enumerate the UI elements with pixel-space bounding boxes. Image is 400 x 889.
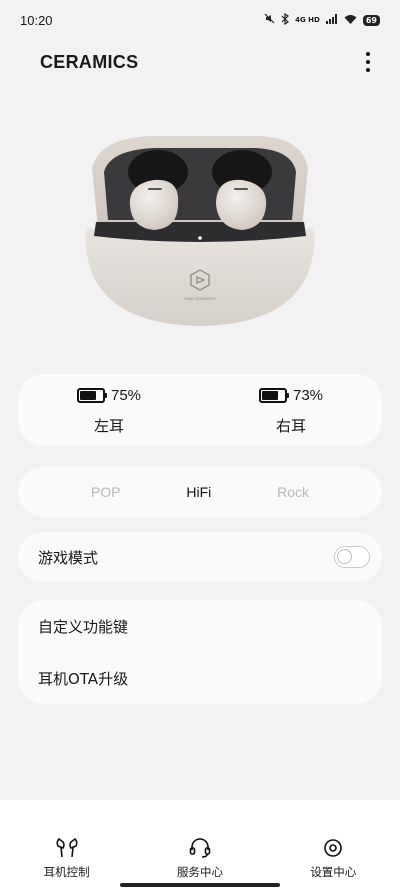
wifi-icon xyxy=(344,14,357,27)
toggle-knob xyxy=(337,549,352,564)
right-battery-percent: 73% xyxy=(292,387,324,404)
custom-keys-item[interactable]: 自定义功能键 xyxy=(18,600,382,652)
bluetooth-icon xyxy=(281,12,290,28)
status-icons: 4G HD 69 xyxy=(264,12,380,28)
mute-icon xyxy=(264,13,275,27)
svg-text:EVAI CERAMICS: EVAI CERAMICS xyxy=(184,296,215,301)
nav-earbud-control[interactable]: 耳机控制 xyxy=(12,800,122,889)
more-vertical-icon[interactable] xyxy=(358,49,378,75)
battery-icon xyxy=(76,388,107,403)
battery-icon: 69 xyxy=(362,14,380,26)
battery-card: 75% 左耳 73% 右耳 xyxy=(18,374,382,446)
home-indicator[interactable] xyxy=(120,883,280,887)
left-earbud-battery: 75% 左耳 xyxy=(18,374,200,446)
nav-label: 服务中心 xyxy=(176,865,223,879)
right-earbud-label: 右耳 xyxy=(275,417,306,435)
eq-option-hifi[interactable]: HiFi xyxy=(186,484,211,500)
game-mode-toggle[interactable] xyxy=(334,546,370,568)
game-mode-row: 游戏模式 xyxy=(18,532,382,582)
status-bar: 10:20 4G HD 69 xyxy=(0,0,400,40)
nav-label: 设置中心 xyxy=(310,865,357,879)
nav-settings-center[interactable]: 设置中心 xyxy=(278,800,388,889)
earbuds-icon xyxy=(55,836,79,860)
left-battery-percent: 75% xyxy=(110,387,142,404)
bottom-nav: 耳机控制 服务中心 设置中心 xyxy=(0,800,400,889)
signal-icon xyxy=(325,13,338,27)
right-earbud-battery: 73% 右耳 xyxy=(200,374,382,446)
game-mode-label: 游戏模式 xyxy=(38,548,99,567)
earbuds-product-image: EVAI CERAMICS xyxy=(70,128,330,348)
page-title: CERAMICS xyxy=(40,51,139,72)
eq-selector: POP HiFi Rock xyxy=(18,467,382,517)
app-header: CERAMICS xyxy=(0,40,400,84)
left-earbud-label: 左耳 xyxy=(93,417,124,435)
settings-center-icon xyxy=(321,836,345,860)
nav-service-center[interactable]: 服务中心 xyxy=(145,800,255,889)
eq-option-pop[interactable]: POP xyxy=(91,484,121,500)
nav-label: 耳机控制 xyxy=(43,865,90,879)
headset-service-icon xyxy=(188,836,212,860)
network-type: 4G HD xyxy=(295,15,320,24)
settings-list: 自定义功能键 耳机OTA升级 xyxy=(18,600,382,704)
eq-option-rock[interactable]: Rock xyxy=(277,484,309,500)
ota-upgrade-item[interactable]: 耳机OTA升级 xyxy=(18,652,382,704)
battery-icon xyxy=(258,388,289,403)
status-time: 10:20 xyxy=(20,12,53,28)
